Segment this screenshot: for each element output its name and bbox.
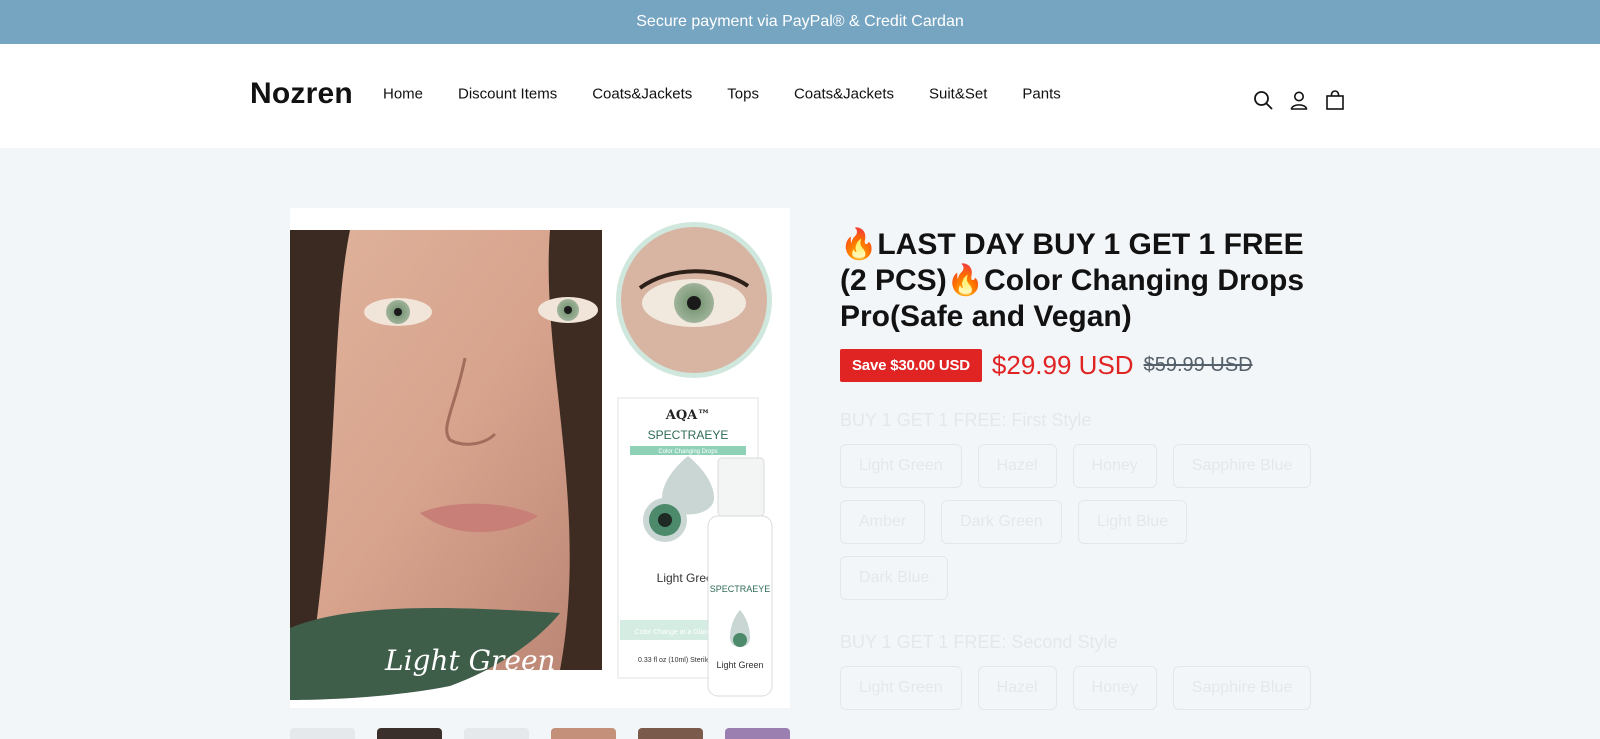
- account-icon[interactable]: [1289, 90, 1309, 110]
- announcement-bar: Secure payment via PayPal® & Credit Card…: [0, 0, 1600, 44]
- first-style-option[interactable]: Dark Blue: [840, 556, 949, 600]
- announcement-text: Secure payment via PayPal® & Credit Card…: [636, 13, 964, 30]
- main-nav: Home Discount Items Coats&Jackets Tops C…: [383, 86, 1096, 103]
- search-icon[interactable]: [1253, 90, 1273, 110]
- second-style-option[interactable]: Honey: [1072, 666, 1157, 710]
- first-style-option[interactable]: Light Blue: [1077, 500, 1187, 544]
- nav-discount-items[interactable]: Discount Items: [458, 86, 557, 103]
- thumbnail[interactable]: [464, 728, 529, 739]
- first-style-row-2: Amber Dark Green Light Blue: [840, 500, 1187, 544]
- first-style-row-1: Light Green Hazel Honey Sapphire Blue: [840, 444, 1312, 488]
- second-style-row-1: Light Green Hazel Honey Sapphire Blue: [840, 666, 1312, 710]
- site-header: Nozren Home Discount Items Coats&Jackets…: [0, 44, 1600, 148]
- svg-text:SPECTRAEYE: SPECTRAEYE: [710, 584, 771, 594]
- first-style-row-3: Dark Blue: [840, 556, 949, 600]
- thumbnail[interactable]: [638, 728, 703, 739]
- product-main-image[interactable]: Light Green AQA™ SPECTRAEYE Color Changi…: [290, 208, 790, 708]
- sale-price: $29.99 USD: [991, 350, 1134, 380]
- second-style-option[interactable]: Sapphire Blue: [1172, 666, 1312, 710]
- image-brand: AQA™: [665, 408, 711, 423]
- nav-suit-set[interactable]: Suit&Set: [929, 86, 987, 103]
- first-style-option[interactable]: Sapphire Blue: [1172, 444, 1312, 488]
- nav-home[interactable]: Home: [383, 86, 423, 103]
- first-style-option[interactable]: Amber: [840, 500, 926, 544]
- image-script-caption: Light Green: [384, 644, 556, 677]
- nav-pants[interactable]: Pants: [1022, 86, 1060, 103]
- first-style-label: BUY 1 GET 1 FREE: First Style: [840, 410, 1092, 430]
- thumbnail-strip: [290, 728, 790, 739]
- first-style-option[interactable]: Hazel: [977, 444, 1057, 488]
- header-icons: [1253, 90, 1345, 110]
- thumbnail[interactable]: [290, 728, 355, 739]
- image-box-tagline: Color Change at a Glance: [635, 629, 716, 636]
- second-style-option[interactable]: Hazel: [977, 666, 1057, 710]
- compare-price: $59.99 USD: [1143, 354, 1253, 376]
- cart-icon[interactable]: [1325, 90, 1345, 110]
- second-style-label: BUY 1 GET 1 FREE: Second Style: [840, 632, 1118, 652]
- first-style-option[interactable]: Dark Green: [941, 500, 1062, 544]
- save-badge: Save $30.00 USD: [840, 349, 982, 382]
- store-logo[interactable]: Nozren: [250, 77, 353, 111]
- nav-coats-jackets[interactable]: Coats&Jackets: [592, 86, 692, 103]
- nav-tops[interactable]: Tops: [727, 86, 759, 103]
- thumbnail[interactable]: [377, 728, 442, 739]
- product-title: 🔥LAST DAY BUY 1 GET 1 FREE (2 PCS)🔥Color…: [840, 228, 1305, 333]
- first-style-option[interactable]: Light Green: [840, 444, 962, 488]
- price-row: Save $30.00 USD $29.99 USD $59.99 USD: [840, 349, 1253, 382]
- image-box-subtitle: Color Changing Drops: [658, 449, 717, 455]
- image-volume: 0.33 fl oz (10ml) Sterile: [638, 657, 710, 664]
- thumbnail[interactable]: [725, 728, 790, 739]
- image-product-name: SPECTRAEYE: [648, 428, 729, 442]
- second-style-option[interactable]: Light Green: [840, 666, 962, 710]
- thumbnail[interactable]: [551, 728, 616, 739]
- svg-text:Light Green: Light Green: [716, 660, 763, 670]
- nav-coats-jackets-2[interactable]: Coats&Jackets: [794, 86, 894, 103]
- first-style-option[interactable]: Honey: [1072, 444, 1157, 488]
